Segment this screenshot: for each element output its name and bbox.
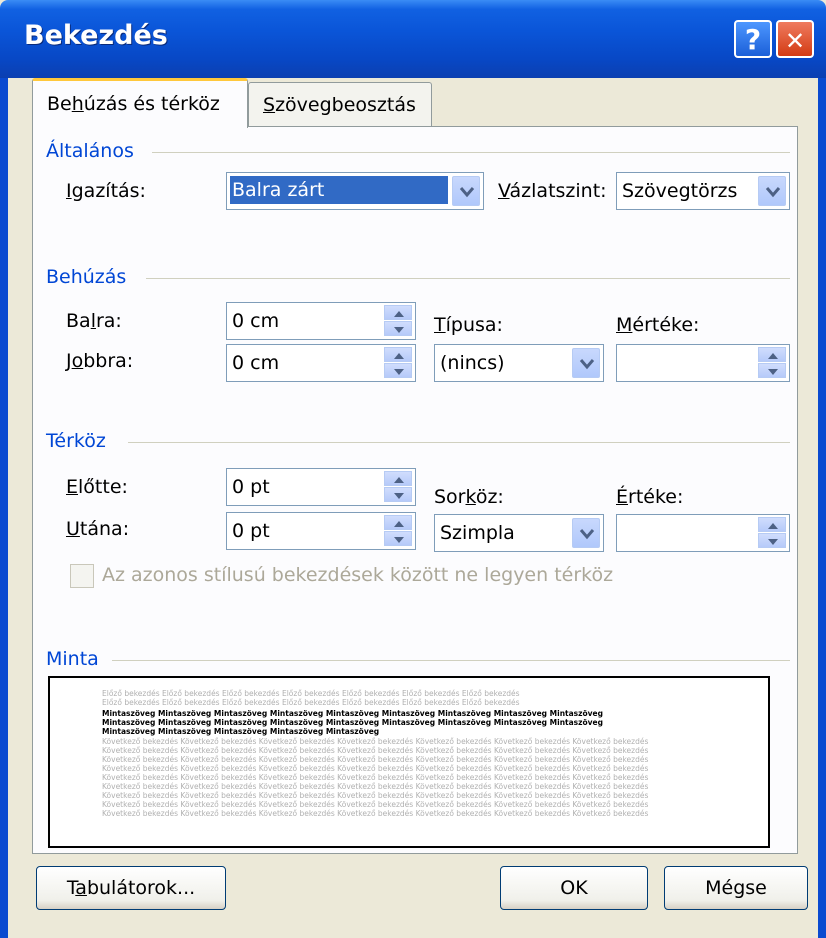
help-icon: ? <box>744 23 762 56</box>
space-before-input[interactable]: 0 pt <box>226 468 416 506</box>
group-divider <box>152 152 790 153</box>
spin-down-icon[interactable] <box>758 363 786 378</box>
spinner[interactable] <box>384 305 412 337</box>
spinner[interactable] <box>758 517 786 549</box>
no-space-same-style-checkbox[interactable] <box>70 564 94 588</box>
cancel-button[interactable]: Mégse <box>664 866 808 910</box>
indent-left-label: Balra: <box>66 310 122 332</box>
no-space-same-style-label: Az azonos stílusú bekezdések között ne l… <box>102 564 614 586</box>
preview-line: Következő bekezdés Következő bekezdés Kö… <box>102 800 648 809</box>
group-title-indentation: Behúzás <box>46 266 127 288</box>
line-spacing-value: Szimpla <box>440 522 515 544</box>
window-border-right <box>818 78 826 938</box>
tab-label: Be <box>47 93 72 115</box>
window-border-left <box>0 78 8 938</box>
preview-line: Következő bekezdés Következő bekezdés Kö… <box>102 791 648 800</box>
space-before-label: Előtte: <box>66 476 128 498</box>
line-spacing-at-label: Értéke: <box>616 486 684 508</box>
line-spacing-label: Sorköz: <box>434 486 504 508</box>
group-divider <box>146 278 790 279</box>
spin-up-icon[interactable] <box>384 347 412 362</box>
special-indent-select[interactable]: (nincs) <box>434 344 604 382</box>
ok-button[interactable]: OK <box>500 866 648 910</box>
spin-down-icon[interactable] <box>758 533 786 548</box>
outline-level-label: Vázlatszint: <box>498 180 607 202</box>
chevron-down-icon[interactable] <box>758 176 786 206</box>
space-after-value: 0 pt <box>232 520 270 542</box>
close-icon: ✕ <box>784 27 806 55</box>
preview-line: Következő bekezdés Következő bekezdés Kö… <box>102 737 648 746</box>
preview-line: Mintaszöveg Mintaszöveg Mintaszöveg Mint… <box>102 727 379 736</box>
spin-up-icon[interactable] <box>758 517 786 532</box>
indent-right-value: 0 cm <box>232 352 280 374</box>
line-spacing-at-input[interactable] <box>616 514 790 552</box>
close-button[interactable]: ✕ <box>776 20 814 58</box>
space-after-input[interactable]: 0 pt <box>226 512 416 550</box>
space-after-label: Utána: <box>66 518 130 540</box>
spinner[interactable] <box>384 471 412 503</box>
tab-label: úzás és térköz <box>83 93 220 115</box>
spin-up-icon[interactable] <box>384 305 412 320</box>
group-title-general: Általános <box>46 140 134 162</box>
help-button[interactable]: ? <box>734 20 772 58</box>
group-divider <box>128 442 790 443</box>
preview-box: Előző bekezdés Előző bekezdés Előző beke… <box>48 676 770 848</box>
spin-down-icon[interactable] <box>384 363 412 378</box>
preview-sample-text: Előző bekezdés Előző bekezdés Előző beke… <box>102 689 648 818</box>
spin-up-icon[interactable] <box>384 471 412 486</box>
indent-left-value: 0 cm <box>232 310 280 332</box>
chevron-down-icon[interactable] <box>572 518 600 548</box>
special-indent-value: (nincs) <box>440 352 505 374</box>
space-before-value: 0 pt <box>232 476 270 498</box>
spin-down-icon[interactable] <box>384 531 412 546</box>
indent-by-input[interactable] <box>616 344 790 382</box>
preview-line: Következő bekezdés Következő bekezdés Kö… <box>102 764 648 773</box>
alignment-label: Igazítás: <box>66 180 146 202</box>
tab-label-accesskey: h <box>71 93 84 115</box>
spin-up-icon[interactable] <box>758 347 786 362</box>
line-spacing-select[interactable]: Szimpla <box>434 514 604 552</box>
spinner[interactable] <box>384 515 412 547</box>
tabs-button[interactable]: Tabulátorok... <box>36 866 226 910</box>
tab-label: zövegbeosztás <box>275 94 416 116</box>
preview-line: Következő bekezdés Következő bekezdés Kö… <box>102 782 648 791</box>
chevron-down-icon[interactable] <box>452 176 480 206</box>
indent-right-input[interactable]: 0 cm <box>226 344 416 382</box>
special-indent-label: Típusa: <box>434 314 503 336</box>
preview-line: Következő bekezdés Következő bekezdés Kö… <box>102 809 648 818</box>
spin-down-icon[interactable] <box>384 487 412 502</box>
group-title-preview: Minta <box>46 648 99 670</box>
tab-indents-and-spacing[interactable]: Behúzás és térköz <box>32 78 248 128</box>
indent-right-label: Jobbra: <box>66 350 134 372</box>
preview-line: Következő bekezdés Következő bekezdés Kö… <box>102 773 648 782</box>
alignment-value: Balra zárt <box>230 176 448 204</box>
indent-by-label: Mértéke: <box>616 314 700 336</box>
tab-line-and-page-breaks[interactable]: Szövegbeosztás <box>248 82 432 126</box>
spin-up-icon[interactable] <box>384 515 412 530</box>
outline-level-value: Szövegtörzs <box>622 180 738 202</box>
spin-down-icon[interactable] <box>384 321 412 336</box>
preview-line: Mintaszöveg Mintaszöveg Mintaszöveg Mint… <box>102 709 603 718</box>
chevron-down-icon[interactable] <box>572 348 600 378</box>
preview-line: Következő bekezdés Következő bekezdés Kö… <box>102 755 648 764</box>
alignment-select[interactable]: Balra zárt <box>226 172 484 210</box>
outline-level-select[interactable]: Szövegtörzs <box>616 172 790 210</box>
spinner[interactable] <box>384 347 412 379</box>
tab-label-accesskey: S <box>263 94 276 116</box>
preview-line: Előző bekezdés Előző bekezdés Előző beke… <box>102 689 520 698</box>
preview-line: Előző bekezdés Előző bekezdés Előző beke… <box>102 698 520 707</box>
indent-left-input[interactable]: 0 cm <box>226 302 416 340</box>
window-title: Bekezdés <box>24 20 168 51</box>
preview-line: Mintaszöveg Mintaszöveg Mintaszöveg Mint… <box>102 718 603 727</box>
group-title-spacing: Térköz <box>46 430 106 452</box>
spinner[interactable] <box>758 347 786 379</box>
preview-line: Következő bekezdés Következő bekezdés Kö… <box>102 746 648 755</box>
group-divider <box>112 660 790 661</box>
